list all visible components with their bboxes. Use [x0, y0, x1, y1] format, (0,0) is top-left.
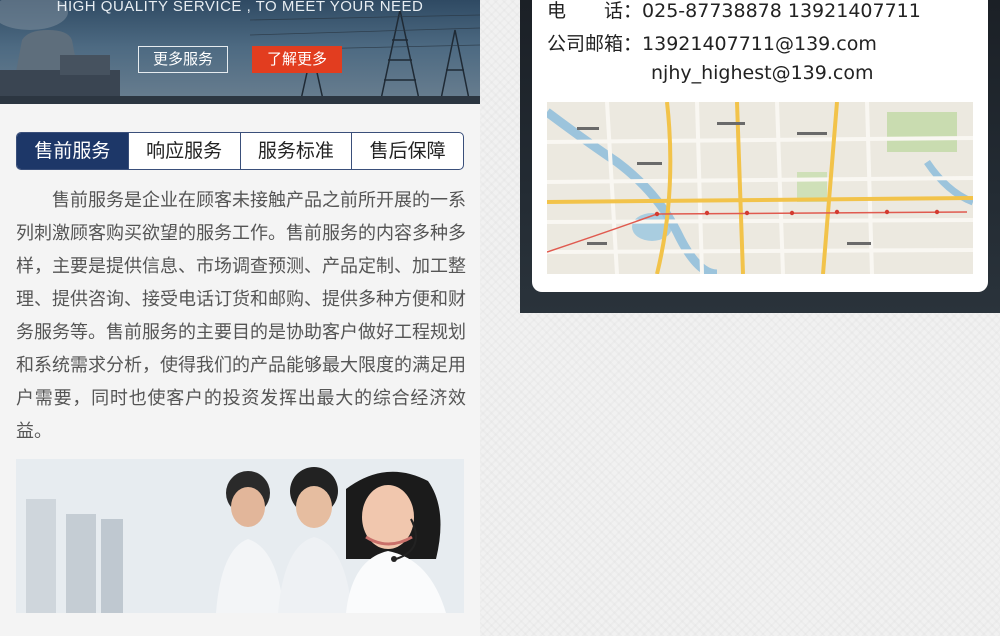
- phone-row: 电 话：025-87738878 13921407711: [547, 0, 921, 23]
- more-services-button[interactable]: 更多服务: [138, 46, 228, 73]
- presale-service-description: 售前服务是企业在顾客未接触产品之前所开展的一系列刺激顾客购买欲望的服务工作。售前…: [16, 190, 466, 442]
- tab-presale-service[interactable]: 售前服务: [17, 133, 128, 169]
- services-section: HIGH QUALITY SERVICE , TO MEET YOUR NEED…: [0, 0, 480, 636]
- email-label: 公司邮箱：: [547, 33, 643, 55]
- email-row: 公司邮箱：13921407711@139.com: [547, 29, 877, 56]
- phone-label: 电 话：: [547, 0, 643, 22]
- tab-service-standard[interactable]: 服务标准: [239, 133, 352, 169]
- email-secondary: njhy_highest@139.com: [651, 62, 874, 84]
- services-banner: HIGH QUALITY SERVICE , TO MEET YOUR NEED…: [0, 0, 480, 104]
- phone-values: 025-87738878 13921407711: [642, 0, 921, 22]
- service-tabs: 售前服务 响应服务 服务标准 售后保障: [16, 132, 464, 170]
- power-plant-image: [0, 0, 480, 104]
- tab-aftersale-guarantee[interactable]: 售后保障: [351, 133, 463, 169]
- customer-service-photo: [16, 459, 464, 613]
- email-primary: 13921407711@139.com: [642, 33, 877, 55]
- learn-more-button[interactable]: 了解更多: [252, 46, 342, 73]
- location-map[interactable]: [547, 102, 973, 274]
- banner-tagline: HIGH QUALITY SERVICE , TO MEET YOUR NEED: [56, 0, 424, 15]
- tab-response-service[interactable]: 响应服务: [127, 133, 240, 169]
